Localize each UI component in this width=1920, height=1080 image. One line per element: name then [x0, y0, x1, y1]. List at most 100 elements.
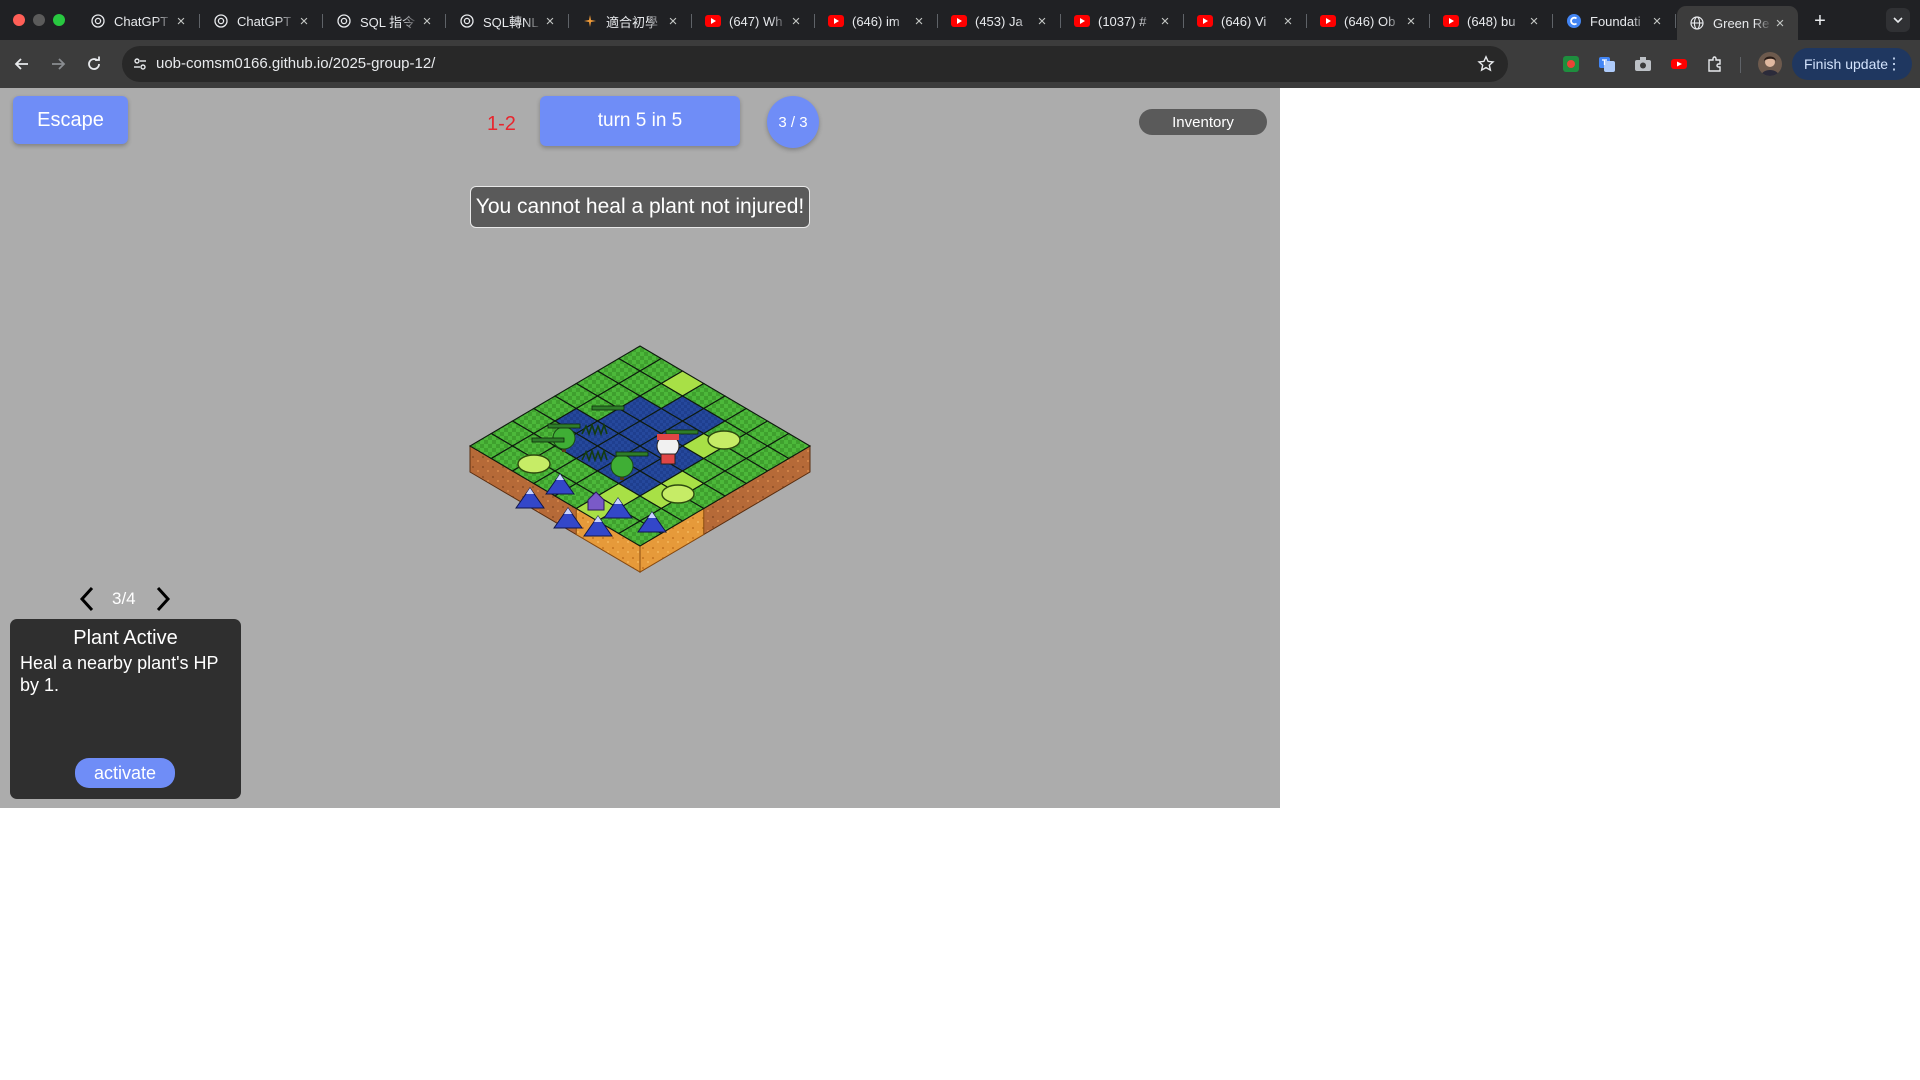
browser-tab[interactable]: (646) im ×: [816, 6, 938, 36]
close-icon[interactable]: ×: [788, 13, 804, 30]
close-icon[interactable]: ×: [1157, 13, 1173, 30]
tab-title: (647) Wh: [729, 13, 783, 29]
reload-icon: [88, 56, 100, 70]
browser-tab[interactable]: 適合初學 ×: [570, 6, 692, 36]
new-tab-button[interactable]: +: [1808, 9, 1832, 33]
bush-plant-icon: [661, 484, 695, 504]
screen-recorder-extension-icon[interactable]: [1562, 55, 1580, 73]
tab-title: ChatGPT: [237, 13, 292, 29]
translate-extension-icon[interactable]: [1598, 55, 1616, 73]
sparkle-icon: [582, 13, 598, 29]
level-indicator: 1-2: [487, 113, 516, 135]
youtube-icon: [1443, 13, 1459, 29]
tab-separator: [199, 14, 200, 28]
browser-tab[interactable]: (646) Ob ×: [1308, 6, 1430, 36]
browser-tab[interactable]: Foundati ×: [1554, 6, 1676, 36]
close-icon[interactable]: ×: [173, 13, 189, 30]
card-prev-button[interactable]: [76, 582, 98, 616]
tab-title: (646) Vi: [1221, 13, 1267, 29]
inventory-button[interactable]: Inventory: [1139, 109, 1267, 135]
tab-separator: [568, 14, 569, 28]
close-icon[interactable]: ×: [911, 13, 927, 30]
browser-tab[interactable]: (647) Wh ×: [693, 6, 815, 36]
forward-button[interactable]: [46, 52, 70, 76]
tab-title: ChatGPT: [114, 13, 169, 29]
back-arrow-icon: [14, 58, 28, 70]
url-text: uob-comsm0166.github.io/2025-group-12/: [156, 55, 435, 72]
tab-search-button[interactable]: [1886, 8, 1910, 32]
close-icon[interactable]: ×: [542, 13, 558, 30]
site-info-icon[interactable]: [130, 54, 150, 74]
browser-tab[interactable]: SQL 指令 ×: [324, 6, 446, 36]
extensions-puzzle-icon[interactable]: [1706, 55, 1724, 73]
browser-tab[interactable]: (648) bu ×: [1431, 6, 1553, 36]
finish-update-label: Finish update: [1804, 56, 1889, 72]
card-description: Heal a nearby plant's HP by 1.: [20, 653, 219, 695]
game-canvas[interactable]: Escape 1-2 turn 5 in 5 3 / 3 Inventory Y…: [0, 88, 1280, 808]
tree-icon: [610, 454, 634, 478]
hp-bar: [665, 429, 699, 435]
tab-separator: [1060, 14, 1061, 28]
activate-button[interactable]: activate: [75, 758, 175, 788]
tab-title: (648) bu: [1467, 13, 1516, 29]
close-icon[interactable]: ×: [665, 13, 681, 30]
bookmark-star-icon[interactable]: [1476, 54, 1496, 74]
tab-title: SQL轉NL: [483, 14, 539, 30]
browser-tab[interactable]: SQL轉NL ×: [447, 6, 569, 36]
browser-tab[interactable]: Green Re ×: [1677, 6, 1798, 40]
tab-title: (453) Ja: [975, 13, 1023, 29]
camera-extension-icon[interactable]: [1634, 55, 1652, 73]
more-vertical-icon: ⋮: [1886, 56, 1902, 73]
youtube-icon: [1197, 13, 1213, 29]
tab-separator: [814, 14, 815, 28]
close-icon[interactable]: ×: [1526, 13, 1542, 30]
close-icon[interactable]: ×: [296, 13, 312, 30]
browser-tab[interactable]: (453) Ja ×: [939, 6, 1061, 36]
browser-toolbar: uob-comsm0166.github.io/2025-group-12/ F…: [0, 40, 1920, 88]
escape-button[interactable]: Escape: [13, 96, 128, 144]
bush-plant-icon: [517, 454, 551, 474]
board-tiles: [468, 345, 812, 573]
reload-button[interactable]: [82, 52, 106, 76]
close-icon[interactable]: ×: [419, 13, 435, 30]
tab-title: SQL 指令: [360, 14, 416, 30]
browser-tab[interactable]: (1037) # ×: [1062, 6, 1184, 36]
c-icon: [1566, 13, 1582, 29]
close-icon[interactable]: ×: [1403, 13, 1419, 30]
back-button[interactable]: [10, 52, 34, 76]
toolbar-divider: [1740, 57, 1741, 73]
action-points-counter: 3 / 3: [767, 96, 819, 148]
youtube-icon: [951, 13, 967, 29]
address-bar[interactable]: uob-comsm0166.github.io/2025-group-12/: [122, 46, 1508, 82]
tab-title: Green Re: [1713, 15, 1770, 31]
window-minimize-button[interactable]: [33, 14, 45, 26]
finish-update-button[interactable]: Finish update ⋮: [1792, 48, 1912, 80]
browser-tab[interactable]: (646) Vi ×: [1185, 6, 1307, 36]
character-hat-icon: [657, 434, 679, 440]
youtube-icon: [1074, 13, 1090, 29]
close-icon[interactable]: ×: [1772, 15, 1788, 32]
youtube-extension-icon[interactable]: [1670, 55, 1688, 73]
window-close-button[interactable]: [13, 14, 25, 26]
forward-arrow-icon: [52, 58, 66, 70]
isometric-game-board[interactable]: [420, 324, 860, 624]
close-icon[interactable]: ×: [1034, 13, 1050, 30]
window-zoom-button[interactable]: [53, 14, 65, 26]
close-icon[interactable]: ×: [1280, 13, 1296, 30]
tab-separator: [1675, 14, 1676, 28]
turn-counter-button[interactable]: turn 5 in 5: [540, 96, 740, 146]
hp-bar: [591, 405, 625, 411]
ability-card: Plant Active Heal a nearby plant's HP by…: [10, 619, 241, 799]
card-next-button[interactable]: [152, 582, 174, 616]
close-icon[interactable]: ×: [1649, 13, 1665, 30]
url-path: /2025-group-12/: [328, 55, 436, 72]
openai-icon: [90, 13, 106, 29]
browser-tab-strip: ChatGPT × ChatGPT × SQL 指令 × SQL轉NL × 適合初學 × (647)…: [0, 0, 1920, 40]
tab-title: 適合初學: [606, 14, 659, 30]
chevron-left-icon: [79, 586, 94, 612]
browser-tab[interactable]: ChatGPT ×: [201, 6, 323, 36]
profile-avatar[interactable]: [1758, 52, 1782, 76]
tab-separator: [445, 14, 446, 28]
character-body-icon: [660, 453, 676, 465]
browser-tab[interactable]: ChatGPT ×: [78, 6, 200, 36]
